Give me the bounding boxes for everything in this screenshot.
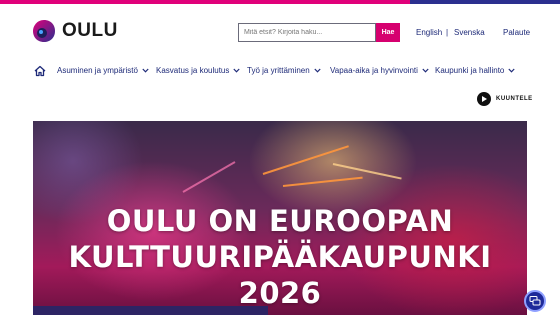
nav-item-label: Kaupunki ja hallinto — [435, 66, 505, 75]
nav-item-label: Kasvatus ja koulutus — [156, 66, 230, 75]
listen-button[interactable]: KUUNTELE — [477, 92, 533, 106]
chevron-down-icon — [314, 68, 321, 73]
hero-banner[interactable]: OULU ON EUROOPAN KULTTUURIPÄÄKAUPUNKI 20… — [33, 121, 527, 315]
nav-item-label: Vapaa-aika ja hyvinvointi — [330, 66, 418, 75]
main-navigation: Asuminen ja ympäristö Kasvatus ja koulut… — [0, 62, 560, 80]
language-english-link[interactable]: English — [416, 28, 442, 37]
nav-item-kaupunki[interactable]: Kaupunki ja hallinto — [435, 66, 516, 75]
search-button[interactable]: Hae — [376, 23, 400, 42]
stage-light-beam — [282, 176, 363, 187]
stage-light-beam — [332, 163, 402, 180]
nav-item-kasvatus[interactable]: Kasvatus ja koulutus — [156, 66, 241, 75]
hero-bottom-strip — [33, 306, 268, 315]
hero-title: OULU ON EUROOPAN KULTTUURIPÄÄKAUPUNKI 20… — [33, 203, 527, 311]
chevron-down-icon — [142, 68, 149, 73]
chevron-down-icon — [508, 68, 516, 73]
chat-help-button[interactable] — [524, 290, 546, 312]
top-color-bar-accent — [410, 0, 560, 4]
feedback-link[interactable]: Palaute — [503, 28, 530, 37]
page: OULU Hae English | Svenska Palaute Asumi… — [0, 0, 560, 315]
search-input[interactable] — [238, 23, 376, 42]
chevron-down-icon — [422, 68, 429, 73]
language-separator: | — [446, 28, 449, 37]
nav-item-asuminen[interactable]: Asuminen ja ympäristö — [57, 66, 149, 75]
hero-title-line: KULTTUURIPÄÄKAUPUNKI — [68, 240, 492, 274]
oulu-logo-mark-icon — [33, 20, 55, 42]
logo-text: OULU — [62, 20, 118, 41]
nav-item-label: Asuminen ja ympäristö — [57, 66, 138, 75]
nav-item-vapaa-aika[interactable]: Vapaa-aika ja hyvinvointi — [330, 66, 429, 75]
stage-light-beam — [182, 161, 236, 193]
nav-item-tyo[interactable]: Työ ja yrittäminen — [247, 66, 321, 75]
listen-label: KUUNTELE — [496, 96, 533, 102]
play-icon — [477, 92, 491, 106]
language-svenska-link[interactable]: Svenska — [454, 28, 485, 37]
oulu-logo[interactable]: OULU — [32, 19, 118, 43]
home-icon[interactable] — [34, 65, 46, 77]
chat-icon — [529, 296, 541, 306]
chevron-down-icon — [233, 68, 241, 73]
nav-item-label: Työ ja yrittäminen — [247, 66, 310, 75]
stage-light-beam — [262, 145, 349, 175]
hero-title-line: OULU ON EUROOPAN — [106, 204, 454, 238]
